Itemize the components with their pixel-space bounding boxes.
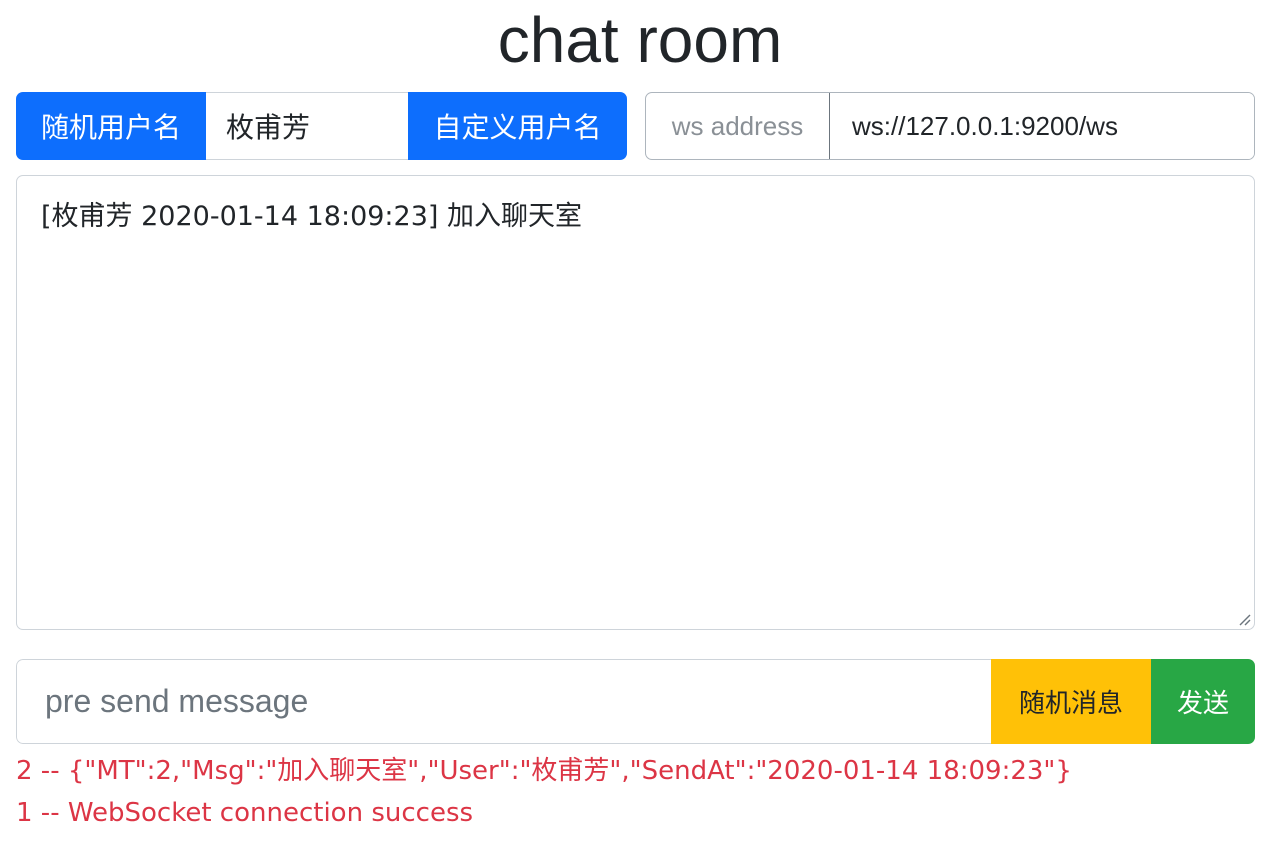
random-username-button[interactable]: 随机用户名 — [16, 92, 206, 160]
log-line: 2 -- {"MT":2,"Msg":"加入聊天室","User":"枚甫芳",… — [16, 756, 1072, 786]
random-message-button[interactable]: 随机消息 — [991, 659, 1151, 744]
custom-username-button[interactable]: 自定义用户名 — [408, 92, 627, 160]
message-input[interactable] — [16, 659, 991, 744]
send-button[interactable]: 发送 — [1151, 659, 1255, 744]
log-line: 1 -- WebSocket connection success — [16, 798, 474, 828]
ws-address-input-group: ws address — [645, 92, 1255, 160]
chat-message: [枚甫芳 2020-01-14 18:09:23] 加入聊天室 — [41, 201, 582, 232]
username-input-group: 随机用户名 自定义用户名 — [16, 92, 627, 160]
connection-log: 2 -- {"MT":2,"Msg":"加入聊天室","User":"枚甫芳",… — [16, 750, 1264, 834]
username-input[interactable] — [206, 92, 408, 160]
chat-message-area[interactable]: [枚甫芳 2020-01-14 18:09:23] 加入聊天室 — [16, 175, 1255, 630]
resize-handle-icon[interactable] — [1237, 612, 1251, 626]
ws-address-label: ws address — [646, 93, 830, 159]
ws-address-input[interactable] — [830, 93, 1254, 159]
page-title: chat room — [497, 4, 783, 76]
send-message-input-group: 随机消息 发送 — [16, 659, 1255, 744]
